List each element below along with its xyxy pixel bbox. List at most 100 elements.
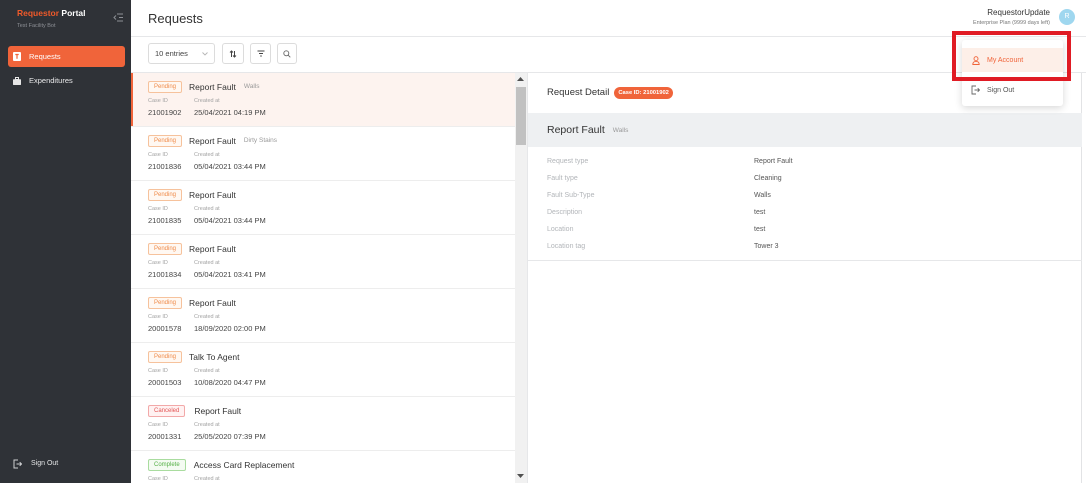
created-at-value: 05/04/2021 03:41 PM	[194, 270, 266, 279]
created-at-value: 05/04/2021 03:44 PM	[194, 162, 266, 171]
sign-out-icon	[13, 459, 22, 469]
case-id-label: Case ID	[148, 368, 168, 374]
created-at-value: 05/04/2021 03:44 PM	[194, 216, 266, 225]
collapse-sidebar-icon[interactable]	[113, 13, 123, 22]
field-value: test	[754, 209, 766, 216]
case-id-label: Case ID	[148, 314, 168, 320]
sidebar-item-requests[interactable]: Requests	[8, 46, 125, 67]
case-id-badge: Case ID: 21001902	[614, 87, 673, 99]
sidebar-item-expenditures[interactable]: Expenditures	[8, 70, 125, 91]
detail-field-row: Location test	[528, 221, 1082, 238]
sign-out-label: Sign Out	[31, 460, 59, 467]
field-value: test	[754, 226, 766, 233]
request-list-item[interactable]: Complete Access Card Replacement Case ID…	[131, 451, 515, 483]
field-value: Cleaning	[754, 175, 782, 182]
created-at-label: Created at	[194, 206, 220, 212]
filter-button[interactable]	[250, 43, 271, 64]
avatar[interactable]: R	[1059, 9, 1075, 25]
created-at-value: 10/08/2020 04:47 PM	[194, 378, 266, 387]
request-list-item[interactable]: Pending Report Fault Walls Case ID 21001…	[131, 73, 515, 127]
page-title: Requests	[148, 11, 203, 26]
field-value: Tower 3	[754, 243, 779, 250]
case-id-label: Case ID	[148, 206, 168, 212]
status-badge: Pending	[148, 189, 183, 201]
menu-item-sign-out[interactable]: Sign Out	[962, 82, 1063, 98]
sidebar: Requestor Portal Test Facility Bot Reque…	[0, 0, 131, 483]
brand-main: Portal	[61, 8, 86, 18]
detail-field-row: Fault Sub-Type Walls	[528, 187, 1082, 204]
field-value: Walls	[754, 192, 771, 199]
brand: Requestor Portal Test Facility Bot	[17, 8, 86, 30]
sidebar-item-label: Requests	[29, 52, 61, 61]
detail-field-row: Location tag Tower 3	[528, 238, 1082, 255]
created-at-label: Created at	[194, 422, 220, 428]
request-list-item[interactable]: Pending Report Fault Dirty Stains Case I…	[131, 127, 515, 181]
request-title: Report Fault	[189, 190, 236, 200]
case-id-label: Case ID	[148, 422, 168, 428]
detail-header: Request Detail Case ID: 21001902	[547, 86, 673, 100]
request-list-item[interactable]: Pending Report Fault Case ID 20001578 Cr…	[131, 289, 515, 343]
highlight-box	[952, 31, 1071, 81]
detail-field-row: Description test	[528, 204, 1082, 221]
created-at-label: Created at	[194, 98, 220, 104]
created-at-label: Created at	[194, 314, 220, 320]
request-list-item[interactable]: Pending Talk To Agent Case ID 20001503 C…	[131, 343, 515, 397]
user-info[interactable]: RequestorUpdate Enterprise Plan (9999 da…	[973, 8, 1050, 27]
status-badge: Canceled	[148, 405, 186, 417]
menu-item-label: Sign Out	[987, 86, 1015, 94]
request-title: Access Card Replacement	[193, 460, 295, 470]
briefcase-icon	[13, 76, 21, 85]
case-id-value: 21001902	[148, 108, 182, 117]
request-list-item[interactable]: Canceled Report Fault Case ID 20001331 C…	[131, 397, 515, 451]
created-at-label: Created at	[194, 260, 220, 266]
filter-icon	[257, 50, 265, 57]
detail-subtitle: Walls	[612, 126, 629, 134]
detail-title-band: Report Fault Walls	[528, 113, 1082, 147]
scroll-down-arrow-icon[interactable]	[517, 474, 524, 478]
field-label: Fault Sub-Type	[547, 192, 595, 199]
case-id-value: 21001835	[148, 216, 182, 225]
request-title: Report Fault	[189, 82, 236, 92]
request-subtype: Walls	[243, 83, 260, 90]
created-at-label: Created at	[194, 152, 220, 158]
request-title: Report Fault	[189, 136, 236, 146]
sidebar-sign-out-button[interactable]: Sign Out	[8, 453, 58, 474]
list-scrollbar[interactable]	[515, 73, 527, 483]
request-list: Pending Report Fault Walls Case ID 21001…	[131, 73, 515, 483]
case-id-value: 20001503	[148, 378, 182, 387]
entries-select[interactable]: 10 entries	[148, 43, 215, 64]
case-id-value: 20001578	[148, 324, 182, 333]
sort-button[interactable]	[222, 43, 244, 64]
detail-fields: Request type Report Fault Fault type Cle…	[528, 148, 1082, 261]
brand-subtitle: Test Facility Bot	[17, 23, 56, 29]
header: Requests	[131, 0, 1086, 37]
case-id-label: Case ID	[148, 98, 168, 104]
created-at-value: 25/04/2021 04:19 PM	[194, 108, 266, 117]
case-id-label: Case ID	[148, 476, 168, 482]
detail-heading: Request Detail	[547, 87, 610, 98]
field-label: Location	[547, 226, 574, 233]
detail-title: Report Fault	[547, 124, 605, 136]
toolbar: 10 entries	[131, 37, 1086, 73]
user-plan: Enterprise Plan (9999 days left)	[972, 20, 1050, 26]
sort-icon	[229, 49, 237, 58]
request-title: Report Fault	[189, 244, 236, 254]
sign-out-icon	[971, 85, 980, 95]
entries-select-value: 10 entries	[155, 49, 188, 58]
field-value: Report Fault	[754, 158, 793, 165]
request-list-item[interactable]: Pending Report Fault Case ID 21001834 Cr…	[131, 235, 515, 289]
request-title: Talk To Agent	[189, 352, 240, 362]
case-id-label: Case ID	[148, 152, 168, 158]
scroll-thumb[interactable]	[516, 87, 526, 145]
brand-title: Requestor Portal	[17, 8, 86, 19]
created-at-value: 18/09/2020 02:00 PM	[194, 324, 266, 333]
scroll-up-arrow-icon[interactable]	[517, 77, 524, 81]
chevron-down-icon	[202, 52, 208, 56]
detail-field-row: Request type Report Fault	[528, 153, 1082, 170]
search-button[interactable]	[277, 43, 297, 64]
case-id-value: 21001834	[148, 270, 182, 279]
created-at-label: Created at	[194, 476, 220, 482]
request-title: Report Fault	[194, 406, 242, 416]
field-label: Fault type	[547, 175, 578, 182]
request-list-item[interactable]: Pending Report Fault Case ID 21001835 Cr…	[131, 181, 515, 235]
